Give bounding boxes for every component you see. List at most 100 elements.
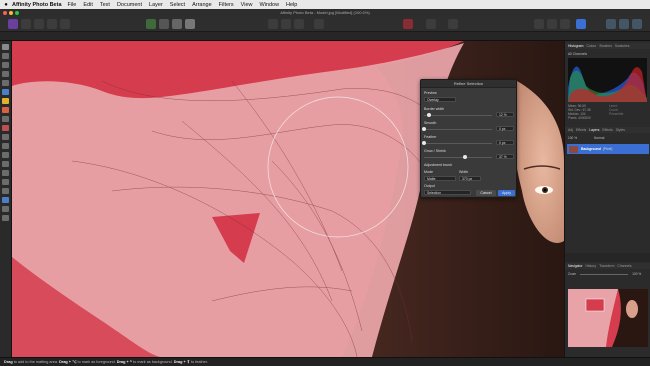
auto-levels-icon[interactable] <box>146 19 156 29</box>
layer-row-background[interactable]: Background (Pixel) <box>567 144 649 154</box>
border-width-field[interactable]: 12 % <box>496 112 514 117</box>
flood-select-tool-icon[interactable] <box>2 98 9 104</box>
output-select[interactable]: Selection <box>424 190 471 195</box>
erase-brush-tool-icon[interactable] <box>2 134 9 140</box>
crop-tool-icon[interactable] <box>2 62 9 68</box>
opacity-field[interactable]: 100 % <box>568 136 577 141</box>
feather-field[interactable]: 0 px <box>496 140 514 145</box>
marquee-tool-icon[interactable] <box>2 107 9 113</box>
border-width-slider-knob[interactable] <box>427 113 432 117</box>
tab-histogram[interactable]: Histogram <box>568 44 583 48</box>
menu-arrange[interactable]: Arrange <box>192 2 212 8</box>
tone-mapping-persona-icon[interactable] <box>47 19 57 29</box>
feather-slider-knob[interactable] <box>422 141 426 145</box>
studio-panels-icon[interactable] <box>606 19 616 29</box>
channel-select[interactable]: All Channels <box>568 52 587 56</box>
blur-brush-tool-icon[interactable] <box>2 179 9 185</box>
grow-shrink-field[interactable]: 37 % <box>496 154 514 159</box>
tab-swatches[interactable]: Swatches <box>615 44 630 48</box>
smooth-slider-knob[interactable] <box>422 127 426 131</box>
context-toolbar <box>0 32 650 41</box>
menu-text[interactable]: Text <box>100 2 110 8</box>
auto-white-balance-icon[interactable] <box>185 19 195 29</box>
border-width-slider[interactable] <box>424 115 492 116</box>
tab-layers[interactable]: Layers <box>589 128 599 132</box>
menu-view[interactable]: View <box>241 2 253 8</box>
arrange-icon[interactable] <box>448 19 458 29</box>
tab-navigator[interactable]: Navigator <box>568 264 583 268</box>
menu-select[interactable]: Select <box>170 2 185 8</box>
align-left-icon[interactable] <box>534 19 544 29</box>
feather-slider[interactable] <box>424 143 492 144</box>
blend-mode-select[interactable]: Normal <box>594 136 604 141</box>
menu-help[interactable]: Help <box>286 2 297 8</box>
color-picker-tool-icon[interactable] <box>2 71 9 77</box>
tab-effects-2[interactable]: Effects <box>602 128 612 132</box>
auto-colors-icon[interactable] <box>172 19 182 29</box>
layer-blend-row: 100 % Normal <box>568 136 648 141</box>
menu-window[interactable]: Window <box>259 2 279 8</box>
width-field[interactable]: 370 px <box>459 176 481 181</box>
export-persona-icon[interactable] <box>60 19 70 29</box>
tab-history[interactable]: History <box>586 264 597 268</box>
menu-layer[interactable]: Layer <box>149 2 163 8</box>
dodge-brush-tool-icon[interactable] <box>2 143 9 149</box>
liquify-persona-icon[interactable] <box>21 19 31 29</box>
intersect-select-icon[interactable] <box>281 19 291 29</box>
tab-adjustments[interactable]: Adj <box>568 128 573 132</box>
paint-brush-tool-icon[interactable] <box>2 80 9 86</box>
close-window-icon[interactable] <box>3 10 7 15</box>
share-icon[interactable] <box>632 19 642 29</box>
zoom-value[interactable]: 100 % <box>632 272 641 276</box>
tab-brushes[interactable]: Brushes <box>599 44 611 48</box>
transform-icon[interactable] <box>426 19 436 29</box>
view-tool-icon[interactable] <box>2 53 9 59</box>
text-tool-icon[interactable] <box>2 206 9 212</box>
tab-transform[interactable]: Transform <box>599 264 614 268</box>
tab-colour[interactable]: Colour <box>586 44 596 48</box>
smooth-field[interactable]: 0 px <box>496 126 514 131</box>
tab-channels[interactable]: Channels <box>617 264 631 268</box>
snapping-icon[interactable] <box>403 19 413 29</box>
menu-filters[interactable]: Filters <box>219 2 234 8</box>
minimize-window-icon[interactable] <box>9 10 13 15</box>
mode-select[interactable]: Matte <box>424 176 456 181</box>
grow-shrink-slider[interactable] <box>424 157 492 158</box>
gradient-tool-icon[interactable] <box>2 125 9 131</box>
fill-tool-icon[interactable] <box>2 116 9 122</box>
align-right-icon[interactable] <box>560 19 570 29</box>
quick-mask-icon[interactable] <box>314 19 324 29</box>
tab-styles[interactable]: Styles <box>616 128 625 132</box>
zoom-tool-icon[interactable] <box>2 215 9 221</box>
zoom-window-icon[interactable] <box>15 10 19 15</box>
clone-brush-tool-icon[interactable] <box>2 152 9 158</box>
cancel-button[interactable]: Cancel <box>476 190 496 196</box>
subtract-select-icon[interactable] <box>294 19 304 29</box>
export-icon[interactable] <box>619 19 629 29</box>
assistant-icon[interactable] <box>576 19 586 29</box>
auto-contrast-icon[interactable] <box>159 19 169 29</box>
red-eye-tool-icon[interactable] <box>2 170 9 176</box>
app-menu[interactable]: Affinity Photo Beta <box>12 2 62 8</box>
apply-button[interactable]: Apply <box>498 190 515 196</box>
apple-menu-icon[interactable]: ● <box>0 2 12 8</box>
marquee-select-icon[interactable] <box>268 19 278 29</box>
grow-shrink-slider-knob[interactable] <box>462 155 467 159</box>
preview-select[interactable]: Overlay <box>424 97 456 102</box>
smooth-slider[interactable] <box>424 129 492 130</box>
menu-file[interactable]: File <box>68 2 77 8</box>
shape-tool-icon[interactable] <box>2 197 9 203</box>
navigator-preview[interactable] <box>568 289 648 347</box>
zoom-slider[interactable] <box>580 273 629 275</box>
menu-edit[interactable]: Edit <box>83 2 92 8</box>
tab-effects[interactable]: Effects <box>576 128 586 132</box>
border-width-label: Border width <box>424 107 445 111</box>
align-center-icon[interactable] <box>547 19 557 29</box>
selection-brush-tool-icon[interactable] <box>2 89 9 95</box>
photo-persona-icon[interactable] <box>8 19 18 29</box>
pen-tool-icon[interactable] <box>2 188 9 194</box>
menu-document[interactable]: Document <box>117 2 142 8</box>
develop-persona-icon[interactable] <box>34 19 44 29</box>
healing-brush-tool-icon[interactable] <box>2 161 9 167</box>
move-tool-icon[interactable] <box>2 44 9 50</box>
